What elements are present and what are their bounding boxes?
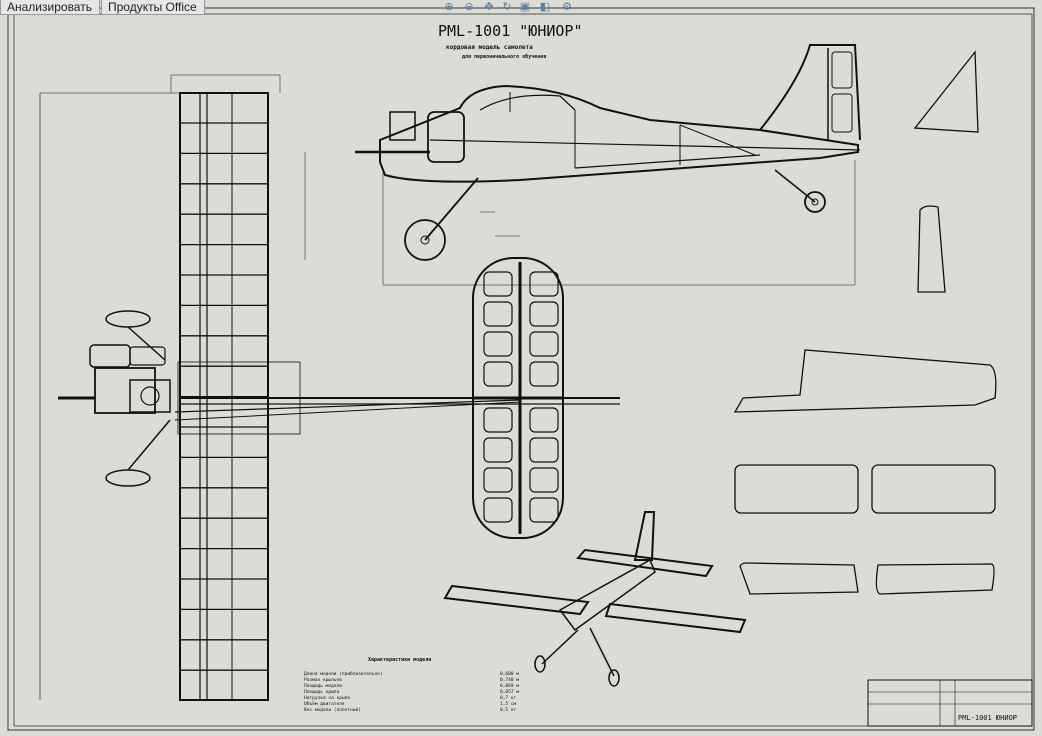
spec-value: 0,7 кг — [500, 696, 517, 701]
drawing-title: РМL-1001 "ЮНИОР" — [438, 22, 583, 40]
spec-label: Площадь крыла — [304, 690, 340, 695]
spec-value: 0,5 кг — [500, 708, 517, 713]
spec-label: Объём двигателя — [304, 702, 345, 707]
spec-label: Вес модели (полетный) — [304, 708, 361, 713]
stamp-title: РМL-1001 ЮНИОР — [958, 714, 1018, 722]
drawing-subtitle-2: для первоначального обучения — [462, 54, 547, 60]
spec-label: Длина модели (приблизительно) — [304, 672, 383, 677]
drawing-sheet[interactable] — [0, 0, 1042, 736]
zoom-in-icon[interactable]: ⊕ — [442, 1, 456, 14]
spec-label: Нагрузка на крыло — [304, 696, 351, 701]
settings-icon[interactable]: ⚙ — [560, 1, 574, 14]
spec-value: 0,057 м — [500, 690, 519, 695]
zoom-out-icon[interactable]: ⊖ — [462, 1, 476, 14]
rotate-icon[interactable]: ↻ — [500, 1, 514, 14]
specs-title: Характеристики модели — [368, 657, 432, 663]
drawing-subtitle: кордовая модель самолета — [446, 44, 533, 51]
display-style-icon[interactable]: ◧ — [538, 1, 552, 14]
spec-value: 0,600 м — [500, 672, 519, 677]
spec-label: Площадь модели — [304, 684, 342, 689]
spec-value: 0,740 м — [500, 678, 519, 683]
office-products-tab[interactable]: Продукты Office — [101, 0, 205, 15]
spec-label: Размах крыльев — [304, 678, 342, 683]
analyze-tab[interactable]: Анализировать — [0, 0, 100, 15]
pan-icon[interactable]: ✥ — [482, 1, 496, 14]
view-icon[interactable]: ▣ — [518, 1, 532, 14]
spec-value: 0,069 м — [500, 684, 519, 689]
spec-value: 1,5 см — [500, 702, 517, 707]
